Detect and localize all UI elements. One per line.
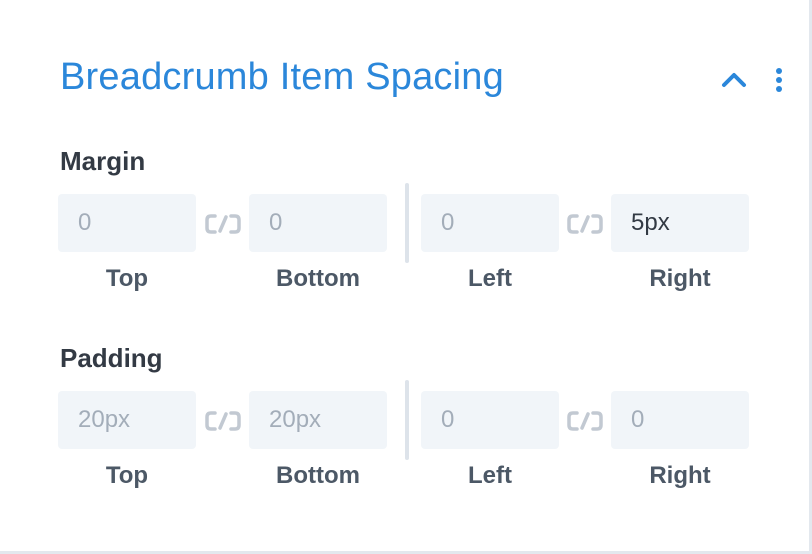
padding-right-label: Right (649, 462, 711, 489)
padding-left-input[interactable]: 0 (421, 391, 559, 449)
margin-top-input[interactable]: 0 (58, 194, 196, 252)
kebab-menu-icon[interactable] (770, 66, 788, 94)
margin-right-input[interactable]: 5px (611, 194, 749, 252)
link-toggle-icon[interactable] (205, 410, 241, 432)
margin-bottom-label: Bottom (276, 265, 360, 292)
padding-divider (405, 380, 409, 460)
chevron-up-icon[interactable] (719, 68, 749, 90)
padding-left-label: Left (468, 462, 512, 489)
padding-bottom-input[interactable]: 20px (249, 391, 387, 449)
margin-right-label: Right (649, 265, 711, 292)
margin-left-label: Left (468, 265, 512, 292)
margin-bottom-input[interactable]: 0 (249, 194, 387, 252)
link-toggle-icon[interactable] (567, 410, 603, 432)
panel-title[interactable]: Breadcrumb Item Spacing (60, 56, 504, 99)
padding-bottom-label: Bottom (276, 462, 360, 489)
padding-label: Padding (60, 343, 163, 373)
padding-top-label: Top (105, 462, 149, 489)
link-toggle-icon[interactable] (567, 213, 603, 235)
margin-top-label: Top (105, 265, 149, 292)
link-toggle-icon[interactable] (205, 213, 241, 235)
padding-right-input[interactable]: 0 (611, 391, 749, 449)
padding-top-input[interactable]: 20px (58, 391, 196, 449)
margin-label: Margin (60, 146, 146, 176)
margin-left-input[interactable]: 0 (421, 194, 559, 252)
margin-divider (405, 183, 409, 263)
